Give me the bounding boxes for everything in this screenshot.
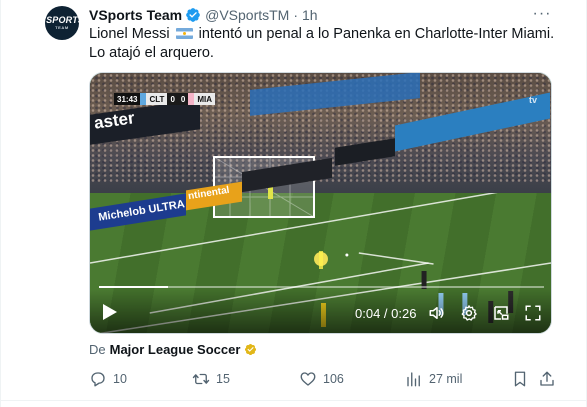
avatar-logo-text: VSPORTS — [39, 15, 85, 25]
reply-count: 10 — [113, 372, 127, 386]
bookmark-button[interactable] — [511, 370, 529, 388]
scoreboard-home-team: CLT — [146, 93, 168, 105]
avatar-logo-subtext: TEAM — [55, 25, 69, 30]
like-button[interactable]: 106 — [299, 370, 344, 388]
gold-verified-badge-icon[interactable] — [244, 343, 257, 356]
tweet-card[interactable]: VSPORTS TEAM VSports Team @VSportsTM · 1… — [0, 0, 587, 407]
settings-gear-icon[interactable] — [460, 304, 478, 322]
fullscreen-icon[interactable] — [524, 304, 542, 322]
share-button[interactable] — [538, 370, 556, 388]
views-count: 27 mil — [429, 372, 463, 386]
heart-icon — [300, 372, 316, 386]
post-time[interactable]: 1h — [302, 7, 318, 23]
author-name[interactable]: VSports Team — [89, 7, 182, 23]
picture-in-picture-icon[interactable] — [492, 304, 510, 322]
repost-button[interactable]: 15 — [192, 370, 230, 388]
scoreboard-clock: 31:43 — [114, 93, 141, 105]
tweet-actions: 10 15 106 27 mil — [89, 370, 556, 390]
repost-icon — [192, 373, 210, 385]
more-options-icon[interactable]: ··· — [532, 4, 552, 24]
attribution-prefix: De — [89, 342, 106, 357]
reply-icon — [91, 372, 105, 387]
scoreboard-away-score: 0 — [177, 93, 189, 105]
repost-count: 15 — [216, 372, 230, 386]
video-progress-bar[interactable] — [99, 286, 544, 288]
reply-button[interactable]: 10 — [89, 370, 127, 388]
views-button[interactable]: 27 mil — [405, 370, 462, 388]
scoreboard-away-team: MIA — [194, 93, 216, 105]
video-timecode: 0:04 / 0:26 — [355, 306, 417, 321]
play-icon[interactable] — [102, 303, 118, 321]
video-attribution: De Major League Soccer — [89, 342, 257, 357]
avatar[interactable]: VSPORTS TEAM — [40, 6, 84, 40]
argentina-flag-icon — [175, 28, 193, 39]
volume-icon[interactable] — [428, 304, 446, 322]
video-player[interactable]: aster Michelob ULTRA ntinental 31:43 CLT… — [89, 72, 552, 334]
tweet-header: VSports Team @VSportsTM · 1h — [89, 6, 318, 24]
separator-dot: · — [293, 7, 299, 23]
video-controls — [90, 289, 551, 333]
like-count: 106 — [323, 372, 344, 386]
share-icon — [540, 371, 554, 386]
broadcast-watermark: tv — [528, 95, 537, 105]
verified-badge-icon[interactable] — [185, 7, 201, 23]
bookmark-icon — [514, 371, 526, 387]
views-chart-icon — [407, 372, 420, 387]
tweet-text: Lionel Messi intentó un penal a lo Panen… — [89, 25, 559, 63]
scoreboard-home-score: 0 — [167, 93, 178, 105]
author-handle[interactable]: @VSportsTM — [205, 7, 289, 23]
attribution-source[interactable]: Major League Soccer — [110, 342, 241, 357]
divider — [1, 400, 587, 401]
scoreboard: 31:43 CLT 0 0 MIA — [114, 93, 216, 105]
tweet-text-part1[interactable]: Lionel Messi — [89, 26, 170, 42]
video-progress-fill — [99, 286, 168, 288]
